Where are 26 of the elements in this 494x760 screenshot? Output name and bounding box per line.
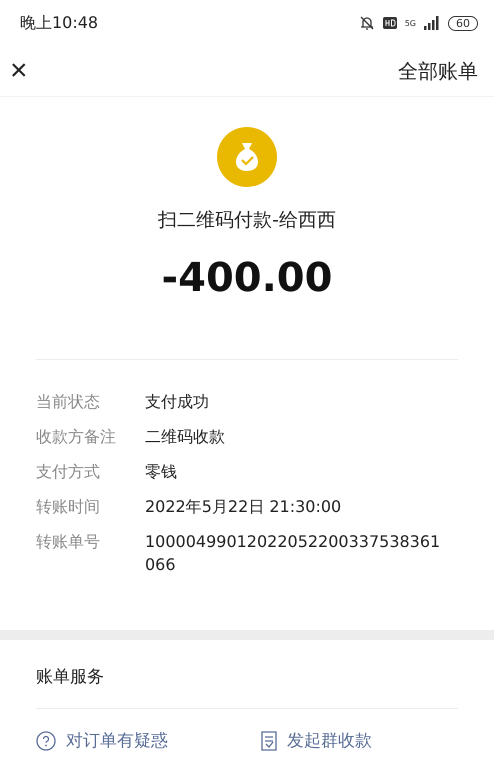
all-bills-link[interactable]: 全部账单 — [398, 58, 478, 84]
detail-value: 2022年5月22日 21:30:00 — [145, 496, 342, 518]
hd-icon — [382, 17, 397, 29]
detail-value: 支付成功 — [145, 391, 210, 413]
money-bag-icon — [217, 127, 277, 187]
battery-level: 60 — [448, 16, 478, 30]
detail-label: 当前状态 — [36, 391, 101, 413]
payment-amount: -400.00 — [162, 255, 332, 301]
status-time: 晚上10:48 — [20, 12, 98, 34]
detail-value: 零钱 — [145, 461, 178, 483]
detail-label: 支付方式 — [36, 461, 101, 483]
detail-label: 转账单号 — [36, 531, 101, 553]
service-link[interactable]: 发起群收款 — [261, 729, 458, 752]
section-title: 账单服务 — [35, 666, 105, 689]
detail-label: 转账时间 — [36, 496, 101, 518]
service-link[interactable]: 对订单有疑惑 — [36, 729, 261, 752]
close-button[interactable]: × — [10, 56, 28, 86]
signal-icon — [424, 16, 440, 30]
help-icon — [36, 730, 56, 750]
detail-value: 二维码收款 — [145, 426, 226, 448]
network-label: 5G — [404, 18, 416, 28]
bell-muted-icon — [358, 15, 375, 31]
payment-title: 扫二维码付款-给西西 — [158, 208, 336, 233]
detail-label: 收款方备注 — [36, 426, 117, 448]
detail-value: 10000499012022052200337538361066 — [145, 531, 442, 576]
document-icon — [261, 730, 277, 750]
